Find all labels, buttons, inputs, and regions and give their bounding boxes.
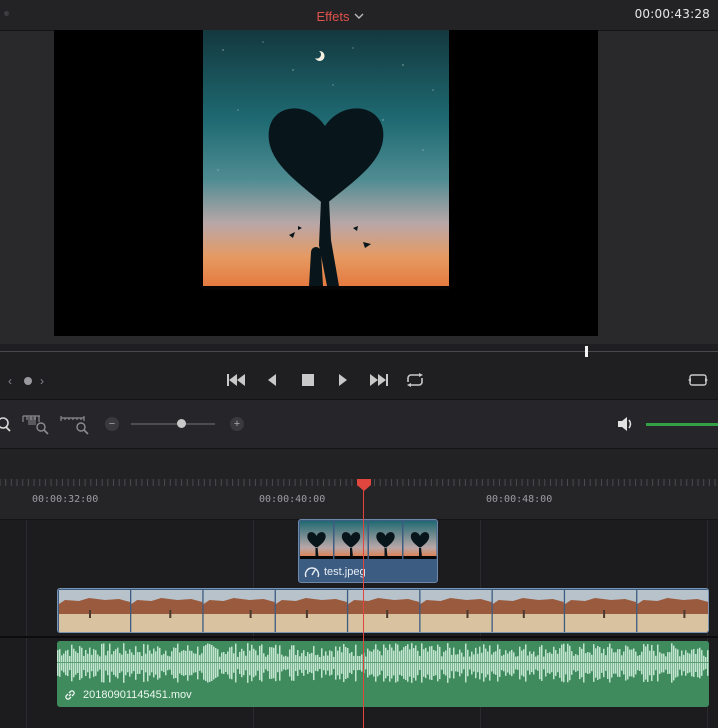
skip-to-start-icon [227, 374, 245, 386]
track-separator [0, 636, 718, 638]
zoom-ruler-icon [60, 416, 89, 435]
link-icon [65, 690, 75, 700]
nav-prev-button[interactable]: ‹ [8, 374, 12, 388]
zoom-out-button[interactable]: − [105, 417, 119, 431]
playhead-handle[interactable] [356, 478, 372, 492]
fullscreen-icon [688, 374, 708, 386]
zoom-in-button[interactable]: + [230, 417, 244, 431]
playhead-line[interactable] [363, 489, 364, 728]
viewer-image [203, 30, 449, 288]
zoom-full-button[interactable] [0, 416, 12, 432]
zoom-clip-icon [22, 415, 49, 435]
ruler-label: 00:00:32:00 [32, 494, 99, 505]
clip-name: 20180901145451.mov [83, 689, 192, 701]
loop-icon [407, 373, 423, 387]
step-back-button[interactable] [263, 369, 281, 391]
magnifier-icon [0, 417, 11, 432]
loop-button[interactable] [403, 369, 427, 391]
ruler-label: 00:00:40:00 [259, 494, 326, 505]
speed-gauge-icon [304, 567, 320, 578]
skip-to-end-button[interactable] [368, 369, 390, 391]
chevron-down-icon [354, 12, 364, 20]
viewer-scrubber-handle[interactable] [585, 346, 588, 357]
zoom-slider-knob[interactable] [177, 419, 186, 428]
skip-to-start-button[interactable] [225, 369, 247, 391]
fullscreen-button[interactable] [686, 369, 710, 391]
grid-line [26, 520, 27, 728]
window-dot-icon [4, 11, 9, 16]
clip-audio-main[interactable]: 20180901145451.mov [57, 641, 709, 707]
play-icon [339, 374, 347, 386]
effects-panel-dropdown[interactable]: Effets [280, 6, 400, 26]
stop-button[interactable] [298, 369, 318, 391]
step-back-icon [268, 374, 276, 386]
play-button[interactable] [334, 369, 352, 391]
clip-thumbnails [300, 521, 437, 559]
effects-title: Effets [316, 8, 350, 24]
speaker-icon [618, 417, 632, 431]
clip-filmstrip [59, 590, 708, 632]
zoom-detail-button[interactable] [22, 413, 50, 435]
audio-waveform [57, 641, 709, 685]
ruler-label: 00:00:48:00 [486, 494, 553, 505]
clip-test-jpeg[interactable]: test.jpeg [298, 519, 438, 583]
zoom-custom-button[interactable] [60, 413, 90, 435]
nav-next-button[interactable]: › [40, 374, 44, 388]
volume-slider[interactable] [646, 423, 718, 426]
skip-to-end-icon [370, 374, 388, 386]
nav-marker-icon[interactable] [24, 377, 32, 385]
clip-video-main[interactable] [57, 588, 709, 633]
volume-button[interactable] [616, 415, 636, 433]
viewer-ground [203, 286, 449, 290]
timecode-display: 00:00:43:28 [634, 7, 710, 21]
stop-icon [302, 374, 314, 386]
viewer-scrubber-track[interactable] [0, 351, 718, 352]
timeline-header [0, 449, 718, 479]
zoom-slider-track[interactable] [131, 423, 215, 425]
moon-icon [315, 50, 325, 61]
clip-name: test.jpeg [324, 566, 366, 578]
